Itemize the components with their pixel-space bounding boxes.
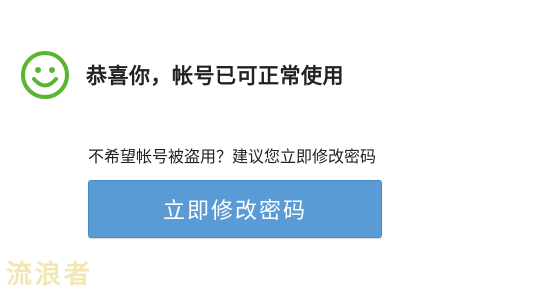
- change-password-button[interactable]: 立即修改密码: [88, 180, 382, 238]
- success-message: 恭喜你，帐号已可正常使用: [86, 64, 344, 88]
- success-page: 恭喜你，帐号已可正常使用 不希望帐号被盗用？建议您立即修改密码 立即修改密码 流…: [0, 0, 550, 300]
- smiley-face-icon: [21, 51, 69, 99]
- security-suggestion: 不希望帐号被盗用？建议您立即修改密码: [88, 147, 377, 166]
- success-banner: 恭喜你，帐号已可正常使用: [20, 50, 344, 100]
- watermark: 流浪者: [6, 260, 94, 290]
